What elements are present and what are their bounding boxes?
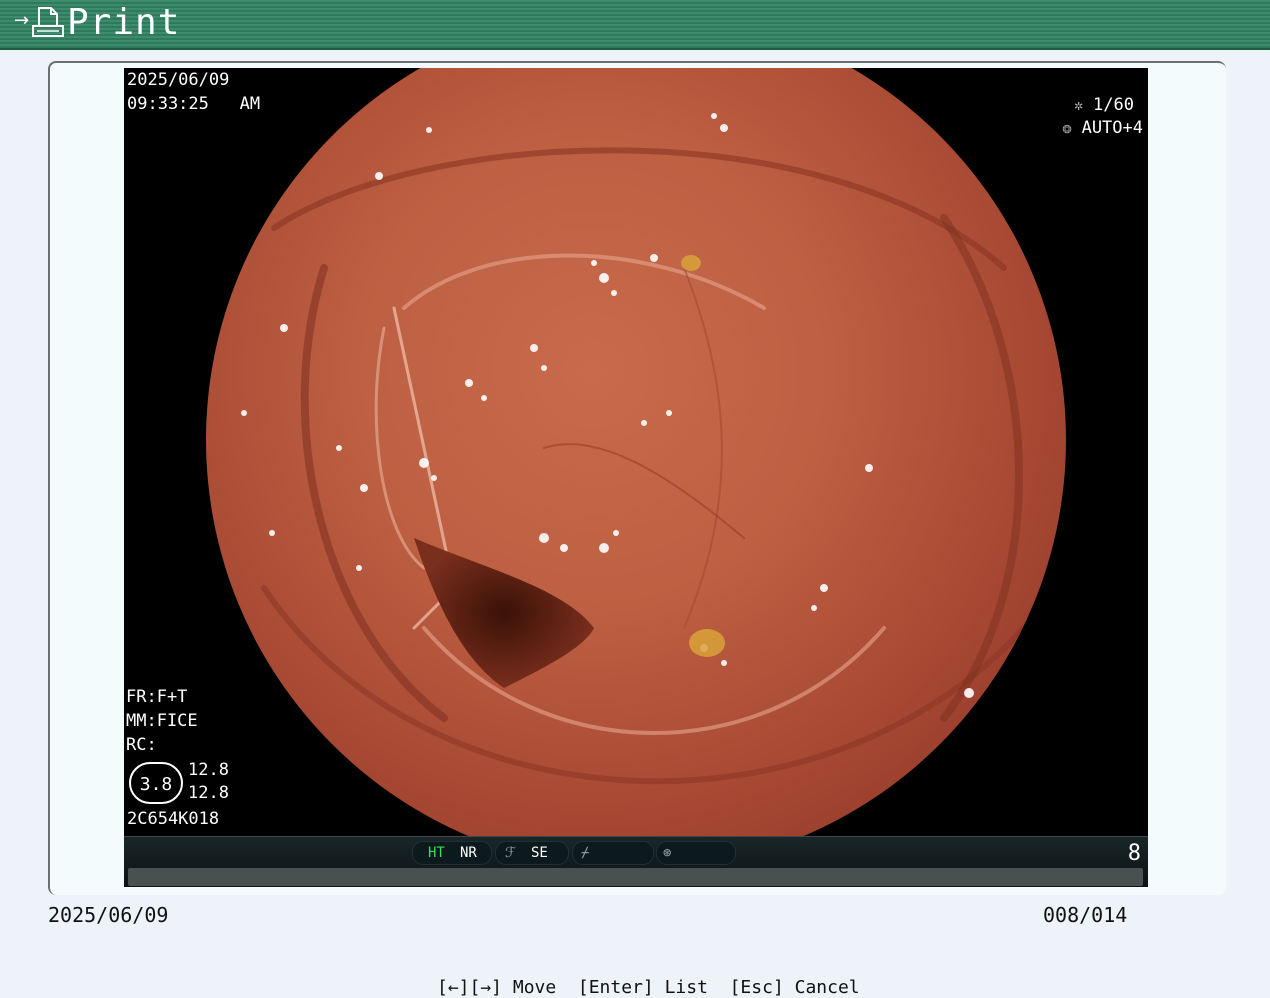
status-bar: HT NR ℱ SE ⌿ ⊛ 8 xyxy=(124,836,1148,887)
arrow-right-icon: → xyxy=(14,10,30,31)
endoscope-image[interactable]: 2025/06/09 09:33:25 AM ✲ 1/60 ❂ AUTO+4 FR:… xyxy=(124,68,1148,887)
capture-time: 09:33:25 AM xyxy=(127,94,261,114)
status-number: 8 xyxy=(1127,841,1141,866)
key-hints: [←][→] Move [Enter] List [Esc] Cancel xyxy=(437,977,860,998)
status-track xyxy=(128,868,1143,886)
mm-setting: MM:FICE xyxy=(126,711,198,731)
se-indicator: SE xyxy=(531,845,548,861)
zoom-badge: 3.8 xyxy=(129,762,183,804)
mode-icon: ⊛ xyxy=(663,845,672,861)
shutter-value: 1/60 xyxy=(1093,95,1134,115)
shutter-readout: ✲ 1/60 xyxy=(1074,93,1134,117)
se-pill: ℱ SE xyxy=(495,841,569,865)
image-counter: 008/014 xyxy=(1043,903,1128,927)
shutter-icon: ✲ xyxy=(1074,96,1084,114)
nr-indicator: NR xyxy=(460,845,477,861)
value-readout-2: 12.8 xyxy=(188,783,229,803)
filter-icon: ⌿ xyxy=(581,845,590,861)
mode-pill: ⊛ xyxy=(656,841,736,865)
scope-code: 2C654K018 xyxy=(127,809,220,829)
title-bar: → Print xyxy=(0,0,1270,50)
value-readout-1: 12.8 xyxy=(188,760,229,780)
print-icon xyxy=(32,7,64,37)
footer-date: 2025/06/09 xyxy=(48,903,169,927)
iris-icon: ❂ xyxy=(1062,119,1072,137)
rc-setting: RC: xyxy=(126,735,157,755)
filter-pill: ⌿ xyxy=(572,841,654,865)
ht-nr-pill: HT NR xyxy=(412,841,492,865)
fr-setting: FR:F+T xyxy=(126,687,188,707)
iris-value: AUTO+4 xyxy=(1081,118,1143,138)
ht-indicator: HT xyxy=(428,845,445,861)
capture-date: 2025/06/09 xyxy=(127,70,230,90)
iris-readout: ❂ AUTO+4 xyxy=(1063,116,1143,140)
page-title: Print xyxy=(67,2,181,43)
structure-icon: ℱ xyxy=(505,845,517,861)
scope-view xyxy=(206,68,1066,836)
